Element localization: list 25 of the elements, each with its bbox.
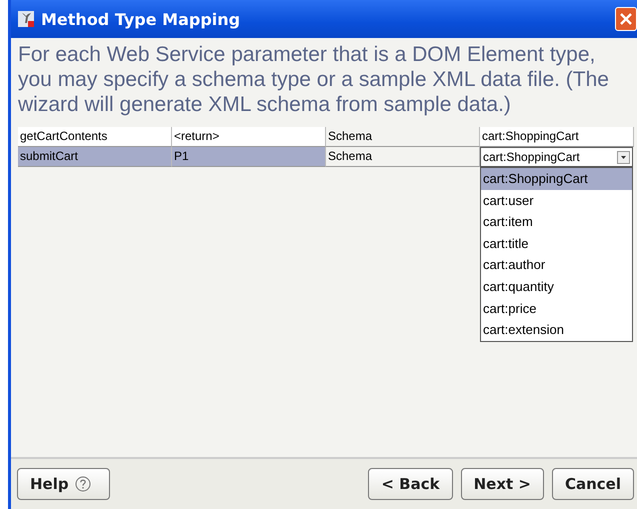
dropdown-option[interactable]: cart:author [481, 254, 632, 276]
close-icon [619, 12, 633, 26]
instruction-text: For each Web Service parameter that is a DOM Element type, you may specify a schema type or a sample XML data file. (The wizard will generate XML schema from sample data.) [18, 42, 610, 117]
table-cell[interactable]: Schema [326, 127, 480, 147]
close-button[interactable] [615, 7, 637, 31]
wizard-nav-button[interactable]: Cancel [552, 468, 634, 500]
table-cell[interactable]: submitCart [18, 147, 172, 167]
dropdown-option[interactable]: cart:user [481, 190, 632, 212]
help-button[interactable]: Help [17, 468, 110, 500]
question-mark-icon [74, 476, 91, 492]
type-dropdown[interactable]: cart:ShoppingCart [480, 147, 633, 167]
window-title: Method Type Mapping [41, 10, 240, 28]
dropdown-option[interactable]: cart:extension [481, 319, 632, 341]
dropdown-option[interactable]: cart:item [481, 211, 632, 233]
dropdown-option[interactable]: cart:title [481, 232, 632, 254]
wizard-nav-button[interactable]: < Back [368, 468, 453, 500]
table-cell[interactable]: <return> [172, 127, 326, 147]
table-cell[interactable]: getCartContents [18, 127, 172, 147]
dropdown-option[interactable]: cart:quantity [481, 276, 632, 298]
table-cell[interactable]: P1 [172, 147, 326, 167]
table-cell[interactable]: Schema [326, 147, 480, 167]
dropdown-option[interactable]: cart:ShoppingCart [481, 168, 632, 190]
dropdown-option[interactable]: cart:price [481, 298, 632, 320]
wizard-nav-button[interactable]: Next > [460, 468, 544, 500]
table-cell[interactable]: cart:ShoppingCart [480, 127, 634, 147]
